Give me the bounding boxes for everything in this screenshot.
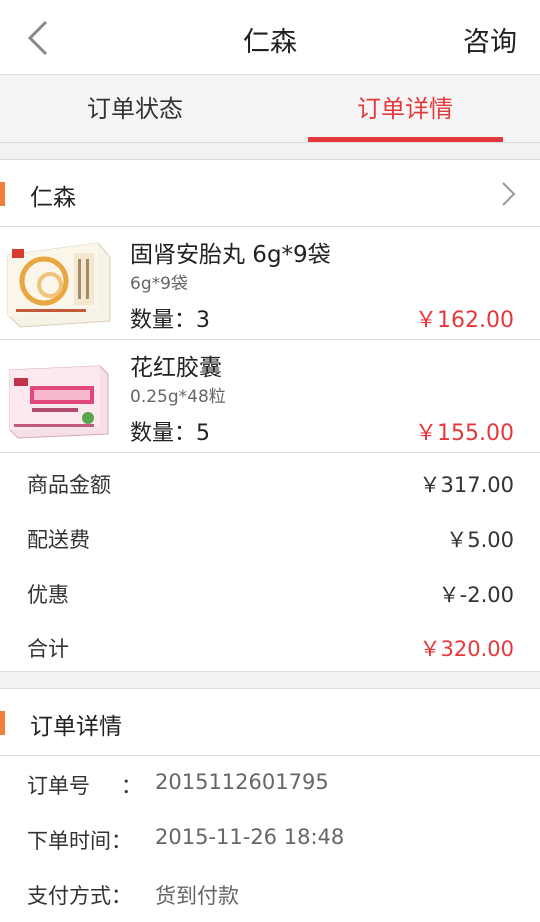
summary-row-total: 合计 ￥320.00 xyxy=(0,619,540,674)
product-image xyxy=(4,348,112,445)
summary-label: 商品金额 xyxy=(27,473,111,497)
product-spec: 0.25g*48粒 xyxy=(130,387,226,407)
summary-label: 合计 xyxy=(27,637,69,661)
info-value: 2015112601795 xyxy=(155,770,329,794)
summary-row-goods-amount: 商品金额 ￥317.00 xyxy=(0,455,540,510)
info-label: 订单号 xyxy=(27,774,90,798)
details-title: 订单详情 xyxy=(30,714,122,740)
product-price: ￥162.00 xyxy=(415,308,514,333)
product-spec: 6g*9袋 xyxy=(130,274,188,294)
active-tab-indicator xyxy=(308,137,503,142)
info-label: 下单时间： xyxy=(27,829,132,853)
product-quantity: 数量：3 xyxy=(130,308,210,333)
summary-row-delivery-fee: 配送费 ￥5.00 xyxy=(0,510,540,565)
store-name: 仁森 xyxy=(30,185,76,211)
info-value: 货到付款 xyxy=(155,884,239,908)
summary-label: 配送费 xyxy=(27,528,90,552)
info-value: 2015-11-26 18:48 xyxy=(155,825,345,849)
info-colon: ： xyxy=(121,774,142,798)
store-header[interactable]: 仁森 xyxy=(0,160,540,227)
chevron-right-icon xyxy=(502,182,516,206)
summary-value: ￥317.00 xyxy=(419,473,514,497)
tab-order-details[interactable]: 订单详情 xyxy=(270,75,540,143)
summary-value: ￥5.00 xyxy=(446,528,514,552)
product-name: 花红胶囊 xyxy=(130,355,222,381)
tab-bar: 订单状态 订单详情 xyxy=(0,75,540,143)
order-time-row: 下单时间： 2015-11-26 18:48 xyxy=(0,813,540,868)
summary-row-discount: 优惠 ￥-2.00 xyxy=(0,565,540,620)
tab-order-status[interactable]: 订单状态 xyxy=(0,75,270,143)
order-details-card: 订单详情 订单号 ： 2015112601795 下单时间： 2015-11-2… xyxy=(0,688,540,922)
product-price: ￥155.00 xyxy=(415,421,514,446)
info-label: 支付方式： xyxy=(27,884,132,908)
product-image xyxy=(4,235,112,332)
order-items-card: 仁森 固肾安胎丸 6g*9袋 6g*9袋 数量：3 ￥162.00 花红胶囊 0… xyxy=(0,159,540,672)
header-bar: 仁森 咨询 xyxy=(0,0,540,75)
product-item[interactable]: 固肾安胎丸 6g*9袋 6g*9袋 数量：3 ￥162.00 xyxy=(0,227,540,340)
consult-button[interactable]: 咨询 xyxy=(463,20,517,59)
product-item[interactable]: 花红胶囊 0.25g*48粒 数量：5 ￥155.00 xyxy=(0,340,540,453)
product-quantity: 数量：5 xyxy=(130,421,210,446)
page-title: 仁森 xyxy=(243,27,297,58)
section-marker xyxy=(0,711,5,735)
summary-value: ￥-2.00 xyxy=(438,583,514,607)
payment-method-row: 支付方式： 货到付款 xyxy=(0,868,540,922)
product-name: 固肾安胎丸 6g*9袋 xyxy=(130,242,331,268)
summary-label: 优惠 xyxy=(27,583,69,607)
total-value: ￥320.00 xyxy=(419,637,514,661)
details-header: 订单详情 xyxy=(0,689,540,756)
section-marker xyxy=(0,182,5,206)
order-number-row: 订单号 ： 2015112601795 xyxy=(0,758,540,813)
